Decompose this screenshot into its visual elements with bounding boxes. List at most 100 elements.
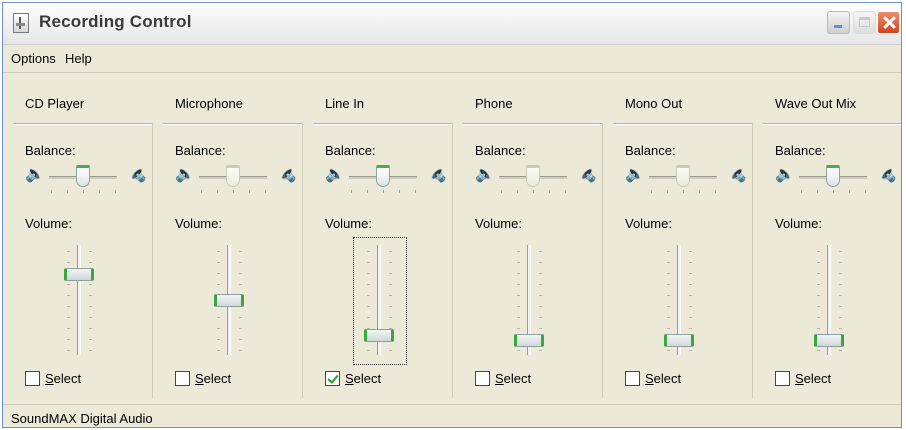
volume-tick (217, 273, 220, 274)
minimize-icon[interactable] (827, 11, 850, 34)
volume-track[interactable] (77, 245, 81, 355)
volume-tick (539, 317, 542, 318)
select-label[interactable]: Select (495, 371, 531, 386)
select-checkbox[interactable] (25, 371, 40, 386)
volume-slider-thumb[interactable] (364, 329, 394, 343)
volume-tick (239, 262, 242, 263)
volume-label: Volume: (325, 216, 372, 231)
divider (763, 123, 901, 125)
balance-tick (201, 190, 202, 193)
volume-tick (689, 273, 692, 274)
channel-wave-out-mix: Wave Out Mix Balance: 🔈 🔈 Volume: Select (752, 73, 901, 404)
volume-tick (517, 295, 520, 296)
balance-slider-thumb[interactable] (226, 165, 240, 187)
channel-microphone: Microphone Balance: 🔈 🔈 Volume: Select (152, 73, 303, 404)
select-label[interactable]: Select (195, 371, 231, 386)
volume-tick (367, 284, 370, 285)
mixer-icon[interactable] (13, 13, 29, 33)
balance-slider-thumb[interactable] (826, 165, 840, 187)
volume-tick (539, 328, 542, 329)
volume-tick (217, 284, 220, 285)
volume-tick (689, 317, 692, 318)
balance-slider-thumb[interactable] (376, 165, 390, 187)
speaker-left-icon: 🔈 (25, 166, 45, 183)
volume-tick (239, 251, 242, 252)
volume-tick (367, 350, 370, 351)
balance-tick (233, 190, 234, 193)
volume-tick (839, 350, 842, 351)
speaker-left-icon: 🔈 (475, 166, 495, 183)
volume-tick (839, 306, 842, 307)
speaker-right-icon: 🔈 (727, 166, 747, 183)
volume-tick (67, 328, 70, 329)
select-checkbox[interactable] (475, 371, 490, 386)
volume-tick (667, 273, 670, 274)
volume-tick (817, 251, 820, 252)
balance-slider-thumb[interactable] (526, 165, 540, 187)
volume-tick (517, 350, 520, 351)
select-label[interactable]: Select (345, 371, 381, 386)
volume-tick (817, 273, 820, 274)
volume-tick (217, 317, 220, 318)
volume-tick (539, 251, 542, 252)
volume-slider-thumb[interactable] (514, 333, 544, 347)
volume-tick (839, 251, 842, 252)
volume-tick (389, 350, 392, 351)
select-label[interactable]: Select (795, 371, 831, 386)
channel-name: Line In (325, 96, 365, 111)
volume-tick (389, 251, 392, 252)
volume-tick (839, 284, 842, 285)
volume-slider-thumb[interactable] (64, 267, 94, 281)
balance-label: Balance: (175, 143, 226, 158)
speaker-left-icon: 🔈 (775, 166, 795, 183)
balance-tick (217, 190, 218, 193)
volume-tick (689, 284, 692, 285)
balance-tick (651, 190, 652, 193)
speaker-right-icon: 🔈 (577, 166, 597, 183)
balance-tick (351, 190, 352, 193)
volume-tick (517, 284, 520, 285)
volume-tick (689, 295, 692, 296)
divider (313, 123, 453, 125)
volume-tick (367, 251, 370, 252)
select-label[interactable]: Select (645, 371, 681, 386)
select-label-text: elect (53, 371, 82, 386)
balance-slider-thumb[interactable] (676, 165, 690, 187)
volume-tick (67, 339, 70, 340)
balance-tick (501, 190, 502, 193)
select-checkbox[interactable] (625, 371, 640, 386)
title-bar[interactable]: Recording Control (3, 3, 901, 45)
select-checkbox[interactable] (775, 371, 790, 386)
volume-tick (517, 328, 520, 329)
volume-tick (817, 306, 820, 307)
channel-name: Wave Out Mix (775, 96, 857, 111)
channel-name: Microphone (175, 96, 243, 111)
volume-slider-thumb[interactable] (664, 333, 694, 347)
volume-tick (517, 273, 520, 274)
volume-tick (217, 328, 220, 329)
close-icon[interactable] (877, 11, 900, 34)
volume-tick (89, 317, 92, 318)
balance-tick (667, 190, 668, 193)
volume-tick (667, 350, 670, 351)
volume-tick (367, 295, 370, 296)
select-label[interactable]: Select (45, 371, 81, 386)
balance-tick (99, 190, 100, 193)
volume-tick (667, 295, 670, 296)
volume-tick (217, 339, 220, 340)
select-label-accel: S (795, 371, 804, 386)
volume-slider-thumb[interactable] (814, 333, 844, 347)
volume-slider-thumb[interactable] (214, 294, 244, 307)
balance-tick (549, 190, 550, 193)
balance-slider-thumb[interactable] (76, 165, 90, 187)
volume-tick (217, 251, 220, 252)
select-checkbox[interactable] (175, 371, 190, 386)
volume-tick (839, 262, 842, 263)
menu-help[interactable]: Help (65, 51, 92, 66)
volume-tick (89, 328, 92, 329)
menu-options[interactable]: Options (11, 51, 56, 66)
select-checkbox[interactable] (325, 371, 340, 386)
maximize-icon[interactable] (853, 11, 876, 34)
volume-tick (667, 262, 670, 263)
volume-label: Volume: (475, 216, 522, 231)
